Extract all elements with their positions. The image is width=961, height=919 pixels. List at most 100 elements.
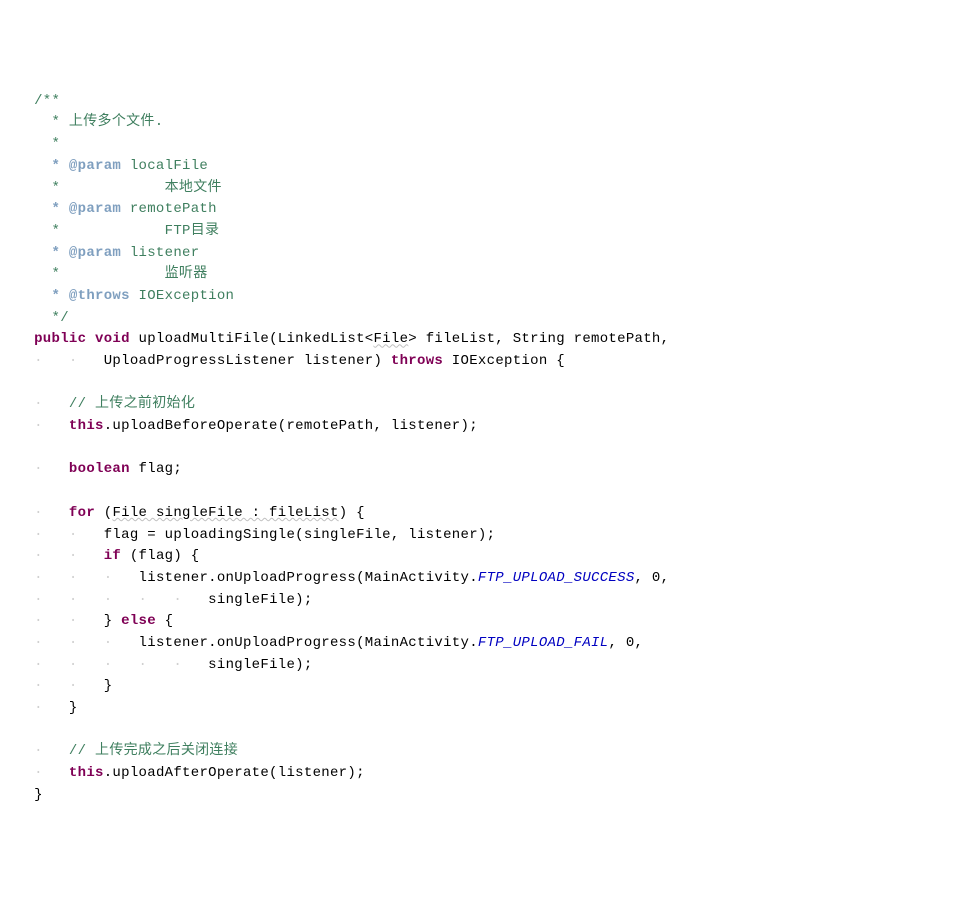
ws-dot: · bbox=[34, 505, 43, 521]
ws-dot: · bbox=[34, 527, 43, 543]
kw-public: public bbox=[34, 331, 86, 347]
doc-param1-tag: * @param bbox=[43, 158, 121, 174]
ws bbox=[43, 765, 69, 781]
for-close: ) { bbox=[339, 505, 365, 521]
ws bbox=[43, 548, 69, 564]
ws-dot: · bbox=[69, 635, 78, 651]
method-name: uploadMultiFile(LinkedList< bbox=[130, 331, 374, 347]
doc-param1-name: localFile bbox=[121, 158, 208, 174]
stmt-after: .uploadAfterOperate(listener); bbox=[104, 765, 365, 781]
brace-close-else: } bbox=[104, 613, 121, 629]
kw-this2: this bbox=[69, 765, 104, 781]
ws-dot: · bbox=[34, 592, 43, 608]
ws-dot: · bbox=[69, 570, 78, 586]
ws-dot: · bbox=[34, 743, 43, 759]
ws-dot: · bbox=[34, 635, 43, 651]
code-block: /** * 上传多个文件. * * @param localFile * 本地文… bbox=[8, 91, 953, 807]
ws bbox=[78, 635, 104, 651]
stmt-flag-assign: flag = uploadingSingle(singleFile, liste… bbox=[104, 527, 496, 543]
ws-dot: · bbox=[139, 657, 148, 673]
ws-dot: · bbox=[69, 592, 78, 608]
ws bbox=[147, 657, 173, 673]
doc-param2-name: remotePath bbox=[121, 201, 217, 217]
ws-dot: · bbox=[173, 657, 182, 673]
ws bbox=[78, 353, 104, 369]
ws bbox=[43, 613, 69, 629]
ws bbox=[78, 592, 104, 608]
doc-param3-name: listener bbox=[121, 245, 199, 261]
ws-dot: · bbox=[34, 700, 43, 716]
stmt-success-call: listener.onUploadProgress(MainActivity. bbox=[139, 570, 478, 586]
ws-dot: · bbox=[34, 548, 43, 564]
ws-dot: · bbox=[34, 678, 43, 694]
ws bbox=[78, 657, 104, 673]
ws-dot: · bbox=[34, 461, 43, 477]
for-open: ( bbox=[95, 505, 112, 521]
ws-dot: · bbox=[69, 613, 78, 629]
doc-throws-name: IOException bbox=[130, 288, 234, 304]
ws-dot: · bbox=[34, 613, 43, 629]
field-success: FTP_UPLOAD_SUCCESS bbox=[478, 570, 635, 586]
comment-after: // 上传完成之后关闭连接 bbox=[69, 743, 238, 759]
kw-void: void bbox=[95, 331, 130, 347]
stmt-fail-call: listener.onUploadProgress(MainActivity. bbox=[139, 635, 478, 651]
ws bbox=[43, 570, 69, 586]
doc-open: /** bbox=[34, 93, 60, 109]
doc-param3-desc: * 监听器 bbox=[43, 266, 208, 282]
ws-dot: · bbox=[69, 548, 78, 564]
ws-dot: · bbox=[34, 353, 43, 369]
ws-dot: · bbox=[34, 396, 43, 412]
stmt-fail-end: singleFile); bbox=[208, 657, 312, 673]
doc-throws-tag: * @throws bbox=[43, 288, 130, 304]
method-sig-mid: > fileList, String remotePath, bbox=[408, 331, 669, 347]
ws bbox=[112, 592, 138, 608]
ws bbox=[43, 678, 69, 694]
stmt-success-args: , 0, bbox=[635, 570, 670, 586]
brace-close-for: } bbox=[69, 700, 78, 716]
ws bbox=[112, 657, 138, 673]
ws bbox=[78, 570, 104, 586]
doc-param3-tag: * @param bbox=[43, 245, 121, 261]
ws-dot: · bbox=[34, 570, 43, 586]
ws-dot: · bbox=[69, 527, 78, 543]
doc-star: * bbox=[43, 136, 60, 152]
ws bbox=[78, 613, 104, 629]
doc-summary: * 上传多个文件. bbox=[43, 114, 164, 130]
ws-dot: · bbox=[34, 765, 43, 781]
ws bbox=[112, 635, 138, 651]
stmt-if: (flag) { bbox=[121, 548, 199, 564]
comment-init: // 上传之前初始化 bbox=[69, 396, 195, 412]
method-sig3: IOException { bbox=[443, 353, 565, 369]
kw-for: for bbox=[69, 505, 95, 521]
kw-if: if bbox=[104, 548, 121, 564]
kw-throws: throws bbox=[391, 353, 443, 369]
doc-close: */ bbox=[43, 310, 69, 326]
ws bbox=[182, 592, 208, 608]
ws bbox=[43, 527, 69, 543]
stmt-flag: flag; bbox=[130, 461, 182, 477]
ws bbox=[182, 657, 208, 673]
stmt-success-end: singleFile); bbox=[208, 592, 312, 608]
ws-dot: · bbox=[69, 353, 78, 369]
ws bbox=[43, 461, 69, 477]
ws bbox=[78, 678, 104, 694]
ws-dot: · bbox=[34, 657, 43, 673]
doc-param2-tag: * @param bbox=[43, 201, 121, 217]
ws bbox=[147, 592, 173, 608]
ws bbox=[112, 570, 138, 586]
ws-dot: · bbox=[69, 657, 78, 673]
kw-this: this bbox=[69, 418, 104, 434]
for-decl: File singleFile : fileList bbox=[112, 505, 338, 521]
doc-param1-desc: * 本地文件 bbox=[43, 180, 222, 196]
ws-dot: · bbox=[139, 592, 148, 608]
type-file: File bbox=[373, 331, 408, 347]
method-close: } bbox=[34, 787, 43, 803]
ws bbox=[43, 505, 69, 521]
ws bbox=[43, 396, 69, 412]
ws bbox=[43, 353, 69, 369]
method-sig2: UploadProgressListener listener) bbox=[104, 353, 391, 369]
ws bbox=[43, 635, 69, 651]
ws bbox=[43, 700, 69, 716]
kw-boolean: boolean bbox=[69, 461, 130, 477]
stmt-before: .uploadBeforeOperate(remotePath, listene… bbox=[104, 418, 478, 434]
